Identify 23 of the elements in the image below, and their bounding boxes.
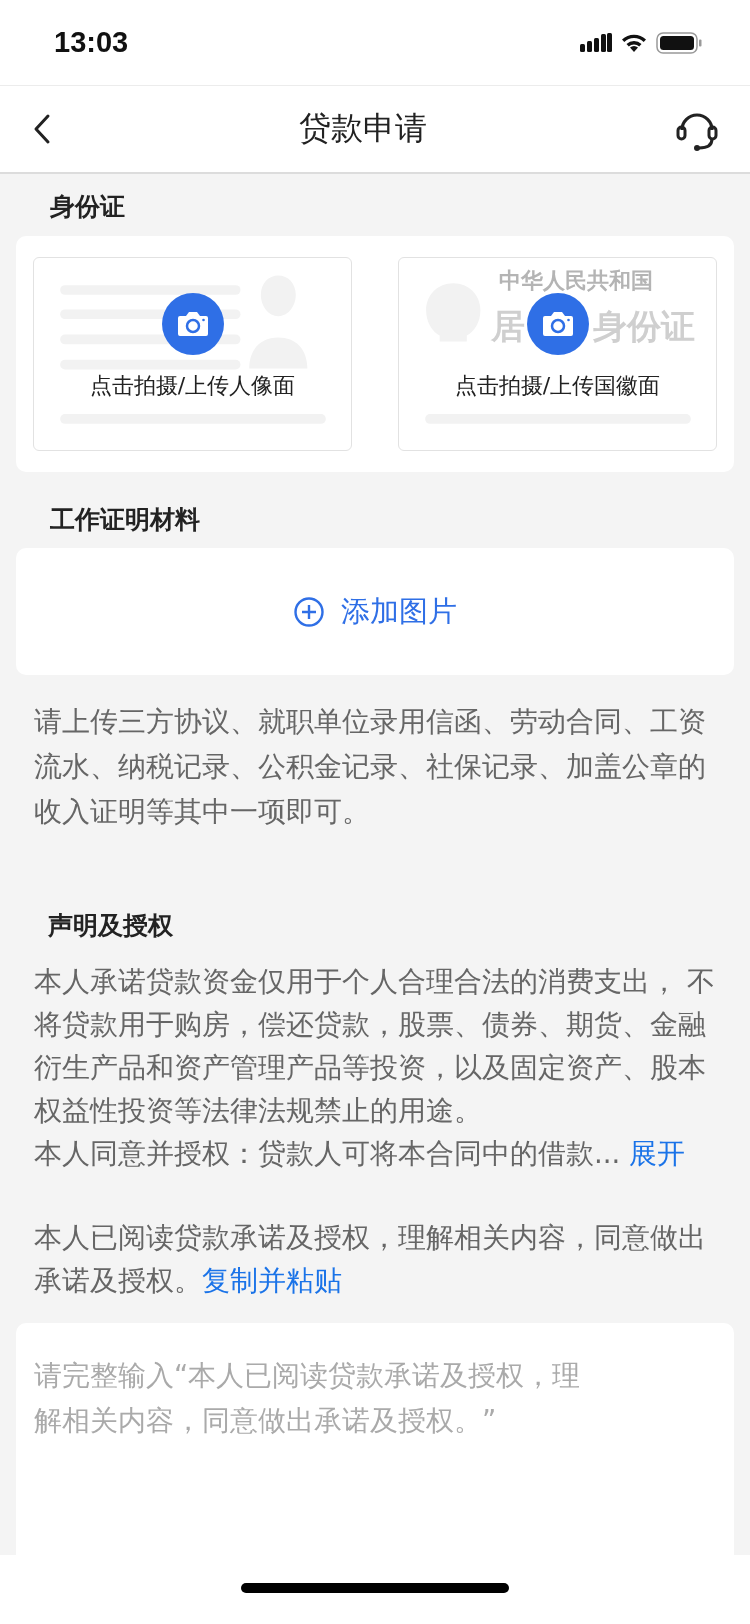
section-title: 工作证明材料 [49,504,201,536]
upload-caption: 点击拍摄/上传人像面 [89,372,296,400]
camera-icon [161,293,224,355]
battery-icon [656,31,702,54]
add-icon [293,595,325,628]
status-time: 13:03 [54,26,129,59]
signal-icon [580,32,612,53]
card-text: 中华人民共和国 [499,269,653,293]
declaration-text: 本人承诺贷款资金仅用于个人合理合法的消费支出， 不将贷款用于购房，偿还贷款，股票、债券、期货、金融衍生产品和资产管理产品等投资，以及固定资产、股本权益性投资等法律法规禁止的用途。 [33,964,716,1128]
add-image-button[interactable]: 添加图片 [293,591,457,632]
section-title: 声明及授权 [47,910,174,942]
wifi-icon [620,32,648,53]
page-title: 贷款申请 [299,108,427,149]
authorization-summary: 本人同意并授权：贷款人可将本合同中的借款... 展开 [33,1136,686,1171]
camera-icon [526,293,589,355]
hint-text: 请上传三方协议、就职单位录用信函、劳动合同、工资流水、纳税记录、公积金记录、社保记录、加盖公章的收入证明等其中一项即可。 [33,704,707,829]
confirm-text: 本人已阅读贷款承诺及授权，理解相关内容，同意做出承诺及授权。复制并粘贴 [33,1220,707,1298]
input-field[interactable]: 请完整输入“本人已阅读贷款承诺及授权，理解相关内容，同意做出承诺及授权。” [16,1323,734,1555]
id-upload-card[interactable]: 点击拍摄/上传人像面 [33,257,352,451]
upload-caption: 点击拍摄/上传国徽面 [454,372,661,400]
expand-link[interactable]: 展开 [628,1137,685,1169]
section-title: 身份证 [49,191,126,223]
copy-paste-link[interactable]: 复制并粘贴 [202,1264,342,1296]
